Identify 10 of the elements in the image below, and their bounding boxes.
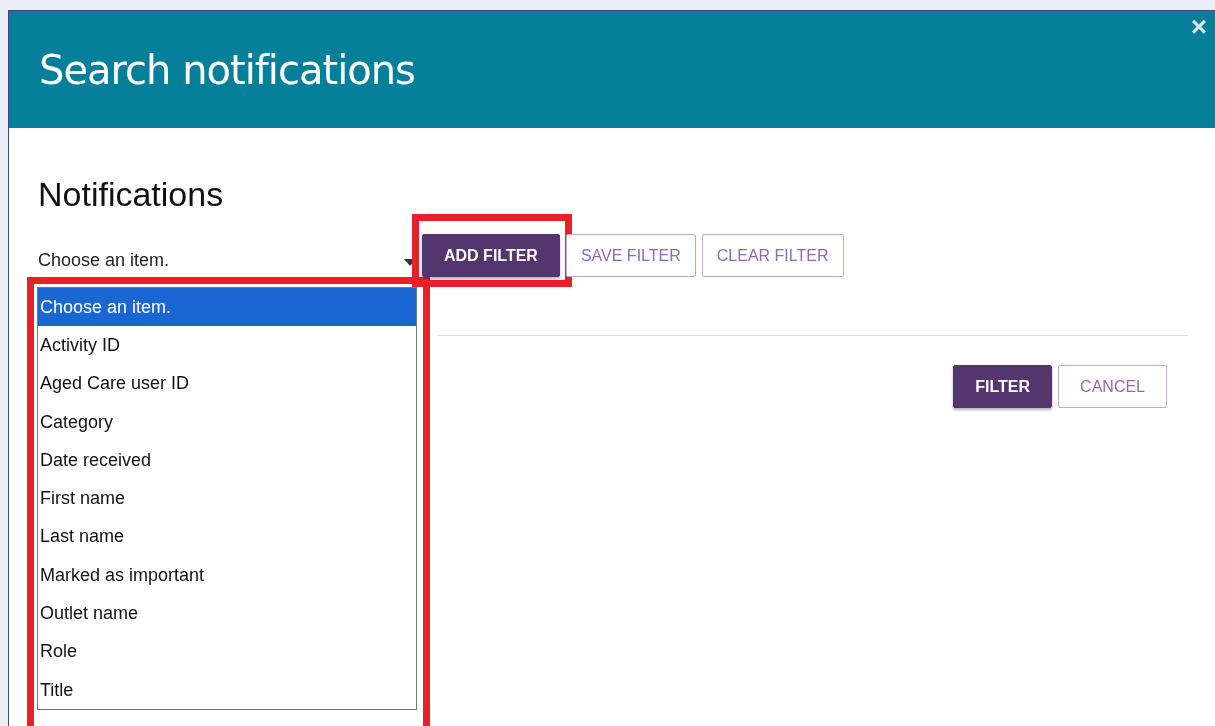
filter-button[interactable]: CLEAR FILTER bbox=[701, 234, 844, 277]
add-filter-button[interactable]: ADD FILTER bbox=[422, 234, 560, 277]
item-select[interactable]: Choose an item. bbox=[38, 234, 416, 287]
dialog-title: Search notifications bbox=[39, 46, 415, 93]
cancel-button[interactable]: CANCEL bbox=[1058, 365, 1167, 408]
dropdown-option[interactable]: Choose an item. bbox=[38, 288, 416, 327]
close-button[interactable]: × bbox=[1186, 13, 1211, 41]
section-heading: Notifications bbox=[38, 174, 225, 214]
filter-button[interactable]: SAVE FILTER bbox=[565, 234, 696, 277]
filter-button[interactable]: FILTER bbox=[953, 365, 1053, 408]
